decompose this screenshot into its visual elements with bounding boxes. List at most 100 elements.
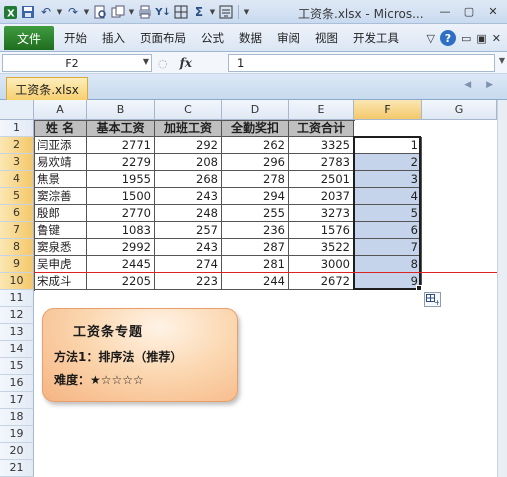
name-cell[interactable]: 窦淙善: [34, 188, 87, 205]
undo-icon[interactable]: ↶: [38, 4, 54, 20]
salary-cell[interactable]: 3325: [289, 137, 354, 154]
expand-formula-bar-icon[interactable]: ▼: [499, 56, 505, 65]
row-header-5[interactable]: 5: [0, 188, 34, 205]
customize-qat-icon[interactable]: ▼: [243, 8, 250, 16]
undo-dropdown-icon[interactable]: ▼: [56, 8, 63, 16]
salary-cell[interactable]: 294: [222, 188, 289, 205]
column-header-a[interactable]: A: [34, 100, 87, 120]
salary-cell[interactable]: 2037: [289, 188, 354, 205]
tab-insert[interactable]: 插入: [102, 30, 125, 46]
workbook-tab[interactable]: 工资条.xlsx: [6, 77, 88, 100]
name-cell[interactable]: 殷郎: [34, 205, 87, 222]
row-header-8[interactable]: 8: [0, 239, 34, 256]
column-header-g[interactable]: G: [422, 100, 497, 120]
column-header-c[interactable]: C: [155, 100, 222, 120]
salary-cell[interactable]: 262: [222, 137, 289, 154]
salary-cell[interactable]: 3522: [289, 239, 354, 256]
workbook-restore-button[interactable]: ▣: [476, 32, 486, 45]
excel-logo-icon[interactable]: X: [2, 4, 18, 20]
row-header-1[interactable]: 1: [0, 120, 34, 137]
table-header-cell[interactable]: 加班工资: [155, 120, 222, 137]
salary-cell[interactable]: 208: [155, 154, 222, 171]
tab-page-layout[interactable]: 页面布局: [140, 30, 186, 46]
salary-cell[interactable]: 3273: [289, 205, 354, 222]
format-dropdown-icon[interactable]: ▼: [128, 8, 135, 16]
tab-formulas[interactable]: 公式: [201, 30, 224, 46]
tab-review[interactable]: 审阅: [277, 30, 300, 46]
table-header-cell[interactable]: 全勤奖扣: [222, 120, 289, 137]
align-icon[interactable]: [218, 4, 234, 20]
maximize-button[interactable]: ▢: [459, 3, 479, 19]
salary-cell[interactable]: 281: [222, 256, 289, 273]
redo-dropdown-icon[interactable]: ▼: [83, 8, 90, 16]
column-header-f[interactable]: F: [354, 100, 422, 120]
name-cell[interactable]: 易欢靖: [34, 154, 87, 171]
column-header-e[interactable]: E: [289, 100, 354, 120]
salary-cell[interactable]: 278: [222, 171, 289, 188]
formula-input[interactable]: 1: [228, 54, 495, 72]
salary-cell[interactable]: 2992: [87, 239, 155, 256]
salary-cell[interactable]: 255: [222, 205, 289, 222]
tab-developer[interactable]: 开发工具: [353, 30, 399, 46]
row-header-7[interactable]: 7: [0, 222, 34, 239]
print-preview-icon[interactable]: [92, 4, 108, 20]
salary-cell[interactable]: 236: [222, 222, 289, 239]
salary-cell[interactable]: 268: [155, 171, 222, 188]
name-box-dropdown-icon[interactable]: ▼: [143, 57, 149, 66]
sort-icon[interactable]: Y↓: [155, 4, 171, 20]
row-header-15[interactable]: 15: [0, 358, 34, 375]
salary-cell[interactable]: 2205: [87, 273, 155, 290]
salary-cell[interactable]: 1500: [87, 188, 155, 205]
salary-cell[interactable]: 2783: [289, 154, 354, 171]
table-header-cell[interactable]: 基本工资: [87, 120, 155, 137]
quick-print-icon[interactable]: [137, 4, 153, 20]
salary-cell[interactable]: 1576: [289, 222, 354, 239]
row-header-9[interactable]: 9: [0, 256, 34, 273]
insert-function-icon[interactable]: fx: [180, 56, 192, 70]
sum-dropdown-icon[interactable]: ▼: [209, 8, 216, 16]
tab-file[interactable]: 文件: [4, 26, 54, 50]
row-header-17[interactable]: 17: [0, 392, 34, 409]
row-header-3[interactable]: 3: [0, 154, 34, 171]
salary-cell[interactable]: 2771: [87, 137, 155, 154]
salary-cell[interactable]: 2672: [289, 273, 354, 290]
vertical-scrollbar[interactable]: [497, 100, 507, 477]
salary-cell[interactable]: 2501: [289, 171, 354, 188]
row-header-12[interactable]: 12: [0, 307, 34, 324]
row-header-4[interactable]: 4: [0, 171, 34, 188]
salary-cell[interactable]: 243: [155, 188, 222, 205]
redo-icon[interactable]: ↷: [65, 4, 81, 20]
salary-cell[interactable]: 248: [155, 205, 222, 222]
column-header-b[interactable]: B: [87, 100, 155, 120]
salary-cell[interactable]: 274: [155, 256, 222, 273]
salary-cell[interactable]: 287: [222, 239, 289, 256]
name-cell[interactable]: 鲁键: [34, 222, 87, 239]
row-header-18[interactable]: 18: [0, 409, 34, 426]
name-cell[interactable]: 宋成斗: [34, 273, 87, 290]
salary-cell[interactable]: 244: [222, 273, 289, 290]
row-header-6[interactable]: 6: [0, 205, 34, 222]
tab-home[interactable]: 开始: [64, 30, 87, 46]
salary-cell[interactable]: 2279: [87, 154, 155, 171]
workbook-close-button[interactable]: ✕: [492, 32, 501, 45]
row-header-11[interactable]: 11: [0, 290, 34, 307]
row-header-2[interactable]: 2: [0, 137, 34, 154]
formula-bar-grip-icon[interactable]: ◌: [155, 57, 168, 70]
salary-cell[interactable]: 243: [155, 239, 222, 256]
close-button[interactable]: ✕: [483, 3, 503, 19]
fill-handle[interactable]: [416, 285, 422, 291]
salary-cell[interactable]: 296: [222, 154, 289, 171]
tab-data[interactable]: 数据: [239, 30, 262, 46]
spreadsheet-grid[interactable]: ABCDEFG 1 2 3 4 5 6 7 8 9 10 11 12 13 14 15 16 17 18 19 20 2…: [0, 100, 497, 477]
salary-cell[interactable]: 2445: [87, 256, 155, 273]
name-cell[interactable]: 闫亚添: [34, 137, 87, 154]
row-header-16[interactable]: 16: [0, 375, 34, 392]
salary-cell[interactable]: 1955: [87, 171, 155, 188]
workbook-tab-nav-icon[interactable]: ◀ ▶: [464, 80, 499, 90]
row-header-19[interactable]: 19: [0, 426, 34, 443]
help-icon[interactable]: ?: [439, 30, 456, 46]
salary-cell[interactable]: 2770: [87, 205, 155, 222]
auto-fill-options-icon[interactable]: +: [424, 292, 441, 307]
select-all-corner[interactable]: [0, 100, 34, 120]
minimize-button[interactable]: —: [435, 3, 455, 19]
